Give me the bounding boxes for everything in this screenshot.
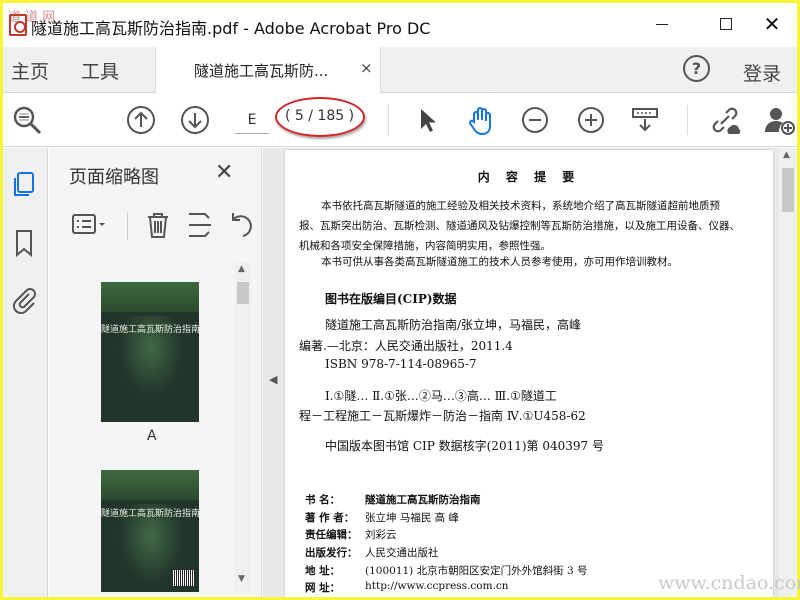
add-user-icon[interactable] <box>763 104 795 136</box>
thumbnail-page-label: A <box>147 428 157 444</box>
cip-title: 图书在版编目(CIP)数据 <box>325 292 457 306</box>
close-window-button[interactable]: ✕ <box>749 9 795 39</box>
colophon-value: http://www.ccpress.com.cn <box>365 580 509 592</box>
page-thumbnail[interactable]: 隧道施工高瓦斯防治指南 <box>101 470 199 592</box>
delete-page-icon[interactable] <box>143 210 173 240</box>
acrobat-window: 隧道施工高瓦斯防治指南.pdf - Adobe Acrobat Pro DC ✕… <box>3 3 797 597</box>
colophon-key: 著 作 者： <box>305 512 355 524</box>
scrollbar-thumb[interactable] <box>782 168 794 212</box>
summary-line: 本书可供从事各类高瓦斯隧道施工的技术人员参考使用，亦可用作培训教材。 <box>321 256 678 268</box>
tab-document-label: 隧道施工高瓦斯防... <box>194 62 329 80</box>
select-arrow-icon[interactable] <box>411 104 443 136</box>
colophon-key: 地 址： <box>305 565 341 577</box>
page-number-input[interactable]: E <box>235 106 269 134</box>
tab-bar: 主页 工具 隧道施工高瓦斯防... × ? 登录 <box>3 47 797 93</box>
tab-document[interactable]: 隧道施工高瓦斯防... × <box>155 47 381 93</box>
pdf-page: 内 容 提 要 本书依托高瓦斯隧道的施工经验及相关技术资料，系统地介绍了高瓦斯隧… <box>285 150 773 597</box>
page-thumbnail[interactable]: 隧道施工高瓦斯防治指南 <box>101 282 199 422</box>
colophon-key: 出版发行： <box>305 547 358 559</box>
window-title: 隧道施工高瓦斯防治指南.pdf - Adobe Acrobat Pro DC <box>31 19 431 38</box>
maximize-button[interactable] <box>703 9 749 39</box>
scroll-mode-icon[interactable] <box>629 104 661 136</box>
extract-page-icon[interactable] <box>185 210 215 240</box>
link-cloud-icon[interactable] <box>709 104 741 136</box>
tab-tools[interactable]: 工具 <box>81 57 119 84</box>
zoom-search-icon[interactable] <box>11 104 43 136</box>
document-scrollbar[interactable]: ▲ <box>779 148 797 597</box>
colophon-value: (100011) 北京市朝阳区安定门外外馆斜街 3 号 <box>365 565 588 577</box>
title-bar: 隧道施工高瓦斯防治指南.pdf - Adobe Acrobat Pro DC ✕ <box>3 3 797 47</box>
toolbar-divider <box>687 105 688 135</box>
scrollbar-thumb[interactable] <box>237 282 249 304</box>
summary-line: 本书依托高瓦斯隧道的施工经验及相关技术资料，系统地介绍了高瓦斯隧道超前地质预 <box>321 200 720 212</box>
colophon-key: 网 址： <box>305 582 341 594</box>
red-highlight-ellipse <box>275 97 365 137</box>
scroll-up-arrow-icon[interactable]: ▲ <box>783 150 790 160</box>
thumbnail-toolbar-divider <box>127 212 128 240</box>
colophon-value: 隧道施工高瓦斯防治指南 <box>365 494 481 506</box>
attachment-icon[interactable] <box>9 284 39 315</box>
cip-line: 隧道施工高瓦斯防治指南/张立坤，马福民，高峰 <box>325 318 582 332</box>
hand-icon[interactable] <box>465 104 497 136</box>
rotate-page-icon[interactable] <box>225 210 255 240</box>
page-down-icon[interactable] <box>179 104 211 136</box>
document-viewer: ◀ 内 容 提 要 本书依托高瓦斯隧道的施工经验及相关技术资料，系统地介绍了高瓦… <box>263 148 797 597</box>
cip-line: Ⅰ.①隧… Ⅱ.①张…②马…③高… Ⅲ.①隧道工 <box>325 389 557 403</box>
thumbnails-panel-title: 页面缩略图 <box>69 167 159 188</box>
page-heading: 内 容 提 要 <box>477 170 581 184</box>
cover-header-band <box>101 470 199 500</box>
zoom-out-icon[interactable] <box>519 104 551 136</box>
maximize-icon <box>720 18 732 30</box>
colophon-value: 张立坤 马福民 高 峰 <box>365 512 460 524</box>
colophon-key: 书 名： <box>305 494 341 506</box>
cip-line: 编著.—北京：人民交通出版社，2011.4 <box>299 339 513 353</box>
cip-line: 程－工程施工－瓦斯爆炸－防治－指南 Ⅳ.①U458-62 <box>299 409 586 423</box>
bookmark-icon[interactable] <box>9 228 39 258</box>
thumbnails-panel: 页面缩略图 ✕ 隧道施工高瓦斯防治指南 A 隧道施工高瓦斯防治指南 ▲ ▼ <box>49 148 262 597</box>
toolbar-divider <box>388 105 389 135</box>
site-watermark: www.cndao.com <box>658 572 800 594</box>
summary-line: 机械和各项安全保障措施，内容简明实用，参照性强。 <box>299 240 551 252</box>
page-up-icon[interactable] <box>125 104 157 136</box>
collapse-panel-icon[interactable]: ◀ <box>269 373 277 386</box>
left-rail <box>3 148 48 597</box>
tab-home[interactable]: 主页 <box>11 57 49 84</box>
thumbnails-close-button[interactable]: ✕ <box>215 160 233 185</box>
toolbar: E ( 5 / 185 ) <box>3 93 797 147</box>
barcode <box>173 570 195 586</box>
minimize-icon <box>656 23 668 25</box>
colophon-value: 人民交通出版社 <box>365 547 439 559</box>
login-button[interactable]: 登录 <box>743 59 781 86</box>
page-thumbnails-icon[interactable] <box>9 170 39 200</box>
cip-line: ISBN 978-7-114-08965-7 <box>325 357 477 371</box>
zoom-in-icon[interactable] <box>575 104 607 136</box>
summary-line: 报、瓦斯突出防治、瓦斯检测、隧道通风及钻爆控制等瓦斯防治措施，以及施工用设备、仪… <box>299 220 740 232</box>
colophon-value: 刘彩云 <box>365 529 397 541</box>
cip-line: 中国版本图书馆 CIP 数据核字(2011)第 040397 号 <box>325 439 604 453</box>
thumbnails-scrollbar[interactable]: ▲ ▼ <box>235 262 251 592</box>
thumbnail-cover-title: 隧道施工高瓦斯防治指南 <box>101 509 199 519</box>
cover-header-band <box>101 282 199 312</box>
help-icon[interactable]: ? <box>683 55 710 82</box>
thumbnail-options-icon[interactable] <box>71 210 105 240</box>
minimize-button[interactable] <box>639 9 685 39</box>
site-logo-watermark: 道 道 网 <box>8 10 56 25</box>
scroll-up-arrow-icon[interactable]: ▲ <box>238 264 245 274</box>
scroll-down-arrow-icon[interactable]: ▼ <box>238 574 245 584</box>
tab-close-button[interactable]: × <box>360 59 373 77</box>
colophon-key: 责任编辑： <box>305 529 358 541</box>
thumbnail-cover-title: 隧道施工高瓦斯防治指南 <box>101 325 199 335</box>
